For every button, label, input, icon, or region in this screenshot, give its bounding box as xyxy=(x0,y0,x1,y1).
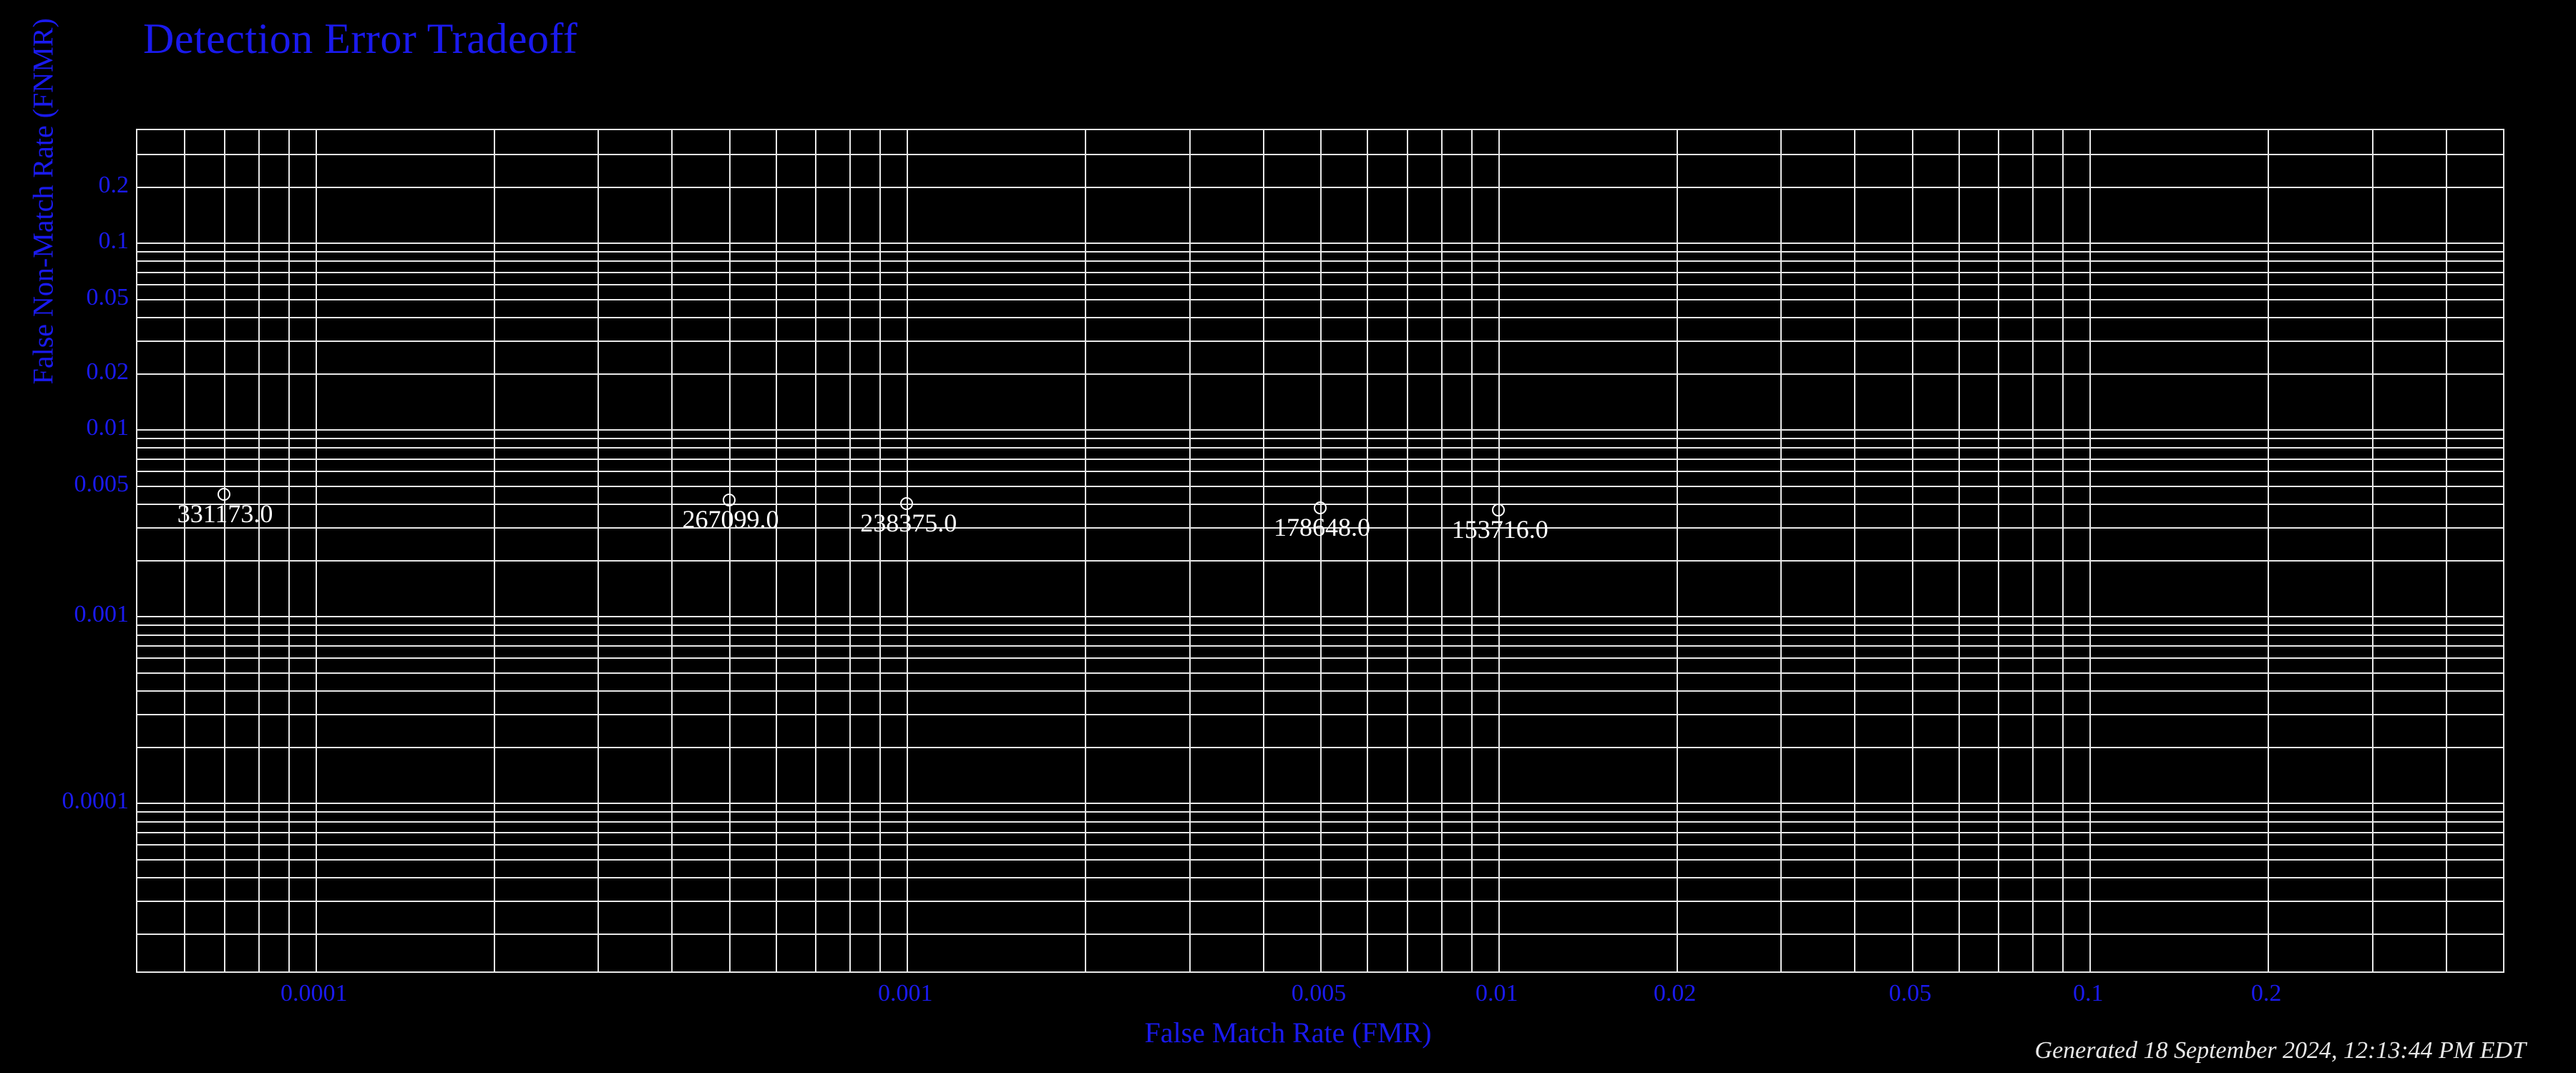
gridline-horizontal xyxy=(137,486,2503,487)
gridline-horizontal xyxy=(137,821,2503,823)
x-tick-label: 0.02 xyxy=(1654,980,1697,1007)
gridline-horizontal xyxy=(137,340,2503,342)
gridline-horizontal xyxy=(137,645,2503,647)
y-axis-label: False Non-Match Rate (FNMR) xyxy=(26,18,60,384)
gridline-horizontal xyxy=(137,187,2503,188)
gridline-horizontal xyxy=(137,251,2503,253)
gridline-horizontal xyxy=(137,877,2503,878)
gridline-horizontal xyxy=(137,284,2503,285)
gridline-horizontal xyxy=(137,373,2503,375)
y-tick-label: 0.001 xyxy=(57,601,129,628)
gridline-horizontal xyxy=(137,459,2503,460)
x-tick-label: 0.005 xyxy=(1292,980,1347,1007)
gridline-horizontal xyxy=(137,260,2503,262)
gridline-horizontal xyxy=(137,242,2503,244)
x-axis-label: False Match Rate (FMR) xyxy=(1144,1016,1431,1049)
x-tick-label: 0.05 xyxy=(1889,980,1932,1007)
gridline-horizontal xyxy=(137,901,2503,902)
gridline-horizontal xyxy=(137,272,2503,273)
gridline-horizontal xyxy=(137,438,2503,439)
gridline-horizontal xyxy=(137,803,2503,804)
chart-container: Detection Error Tradeoff 331173.0 267099.… xyxy=(0,0,2576,1073)
x-tick-label: 0.2 xyxy=(2251,980,2282,1007)
plot-area: 331173.0 267099.0 238375.0 178648.0 153716.0 xyxy=(136,129,2504,973)
generated-timestamp: Generated 18 September 2024, 12:13:44 PM… xyxy=(2035,1037,2526,1064)
gridline-horizontal xyxy=(137,714,2503,715)
gridline-horizontal xyxy=(137,657,2503,659)
x-tick-label: 0.001 xyxy=(878,980,933,1007)
gridline-horizontal xyxy=(137,447,2503,449)
x-tick-label: 0.0001 xyxy=(280,980,348,1007)
data-point-label: 267099.0 xyxy=(683,504,779,534)
gridline-horizontal xyxy=(137,299,2503,300)
gridline-horizontal xyxy=(137,672,2503,674)
gridline-horizontal xyxy=(137,624,2503,626)
y-tick-label: 0.02 xyxy=(57,358,129,386)
gridline-horizontal xyxy=(137,317,2503,318)
x-tick-label: 0.01 xyxy=(1475,980,1518,1007)
data-point-label: 331173.0 xyxy=(177,499,273,529)
y-tick-label: 0.01 xyxy=(57,414,129,441)
gridline-horizontal xyxy=(137,747,2503,748)
y-tick-label: 0.0001 xyxy=(57,788,129,815)
gridline-horizontal xyxy=(137,811,2503,813)
x-tick-label: 0.1 xyxy=(2073,980,2104,1007)
data-point-label: 178648.0 xyxy=(1274,512,1370,542)
chart-title: Detection Error Tradeoff xyxy=(143,14,577,64)
data-point-label: 153716.0 xyxy=(1452,514,1548,544)
gridline-horizontal xyxy=(137,429,2503,431)
gridline-horizontal xyxy=(137,859,2503,861)
gridline-horizontal xyxy=(137,471,2503,472)
gridline-horizontal xyxy=(137,844,2503,846)
y-tick-label: 0.005 xyxy=(57,471,129,498)
data-point-label: 238375.0 xyxy=(860,508,957,538)
gridline-horizontal xyxy=(137,832,2503,833)
gridline-horizontal xyxy=(137,616,2503,617)
gridline-horizontal xyxy=(137,934,2503,935)
y-tick-label: 0.05 xyxy=(57,284,129,311)
gridline-horizontal xyxy=(137,560,2503,562)
y-tick-label: 0.1 xyxy=(57,227,129,255)
gridline-horizontal xyxy=(137,690,2503,692)
gridline-horizontal xyxy=(137,154,2503,155)
gridline-horizontal xyxy=(137,635,2503,636)
y-tick-label: 0.2 xyxy=(57,172,129,199)
